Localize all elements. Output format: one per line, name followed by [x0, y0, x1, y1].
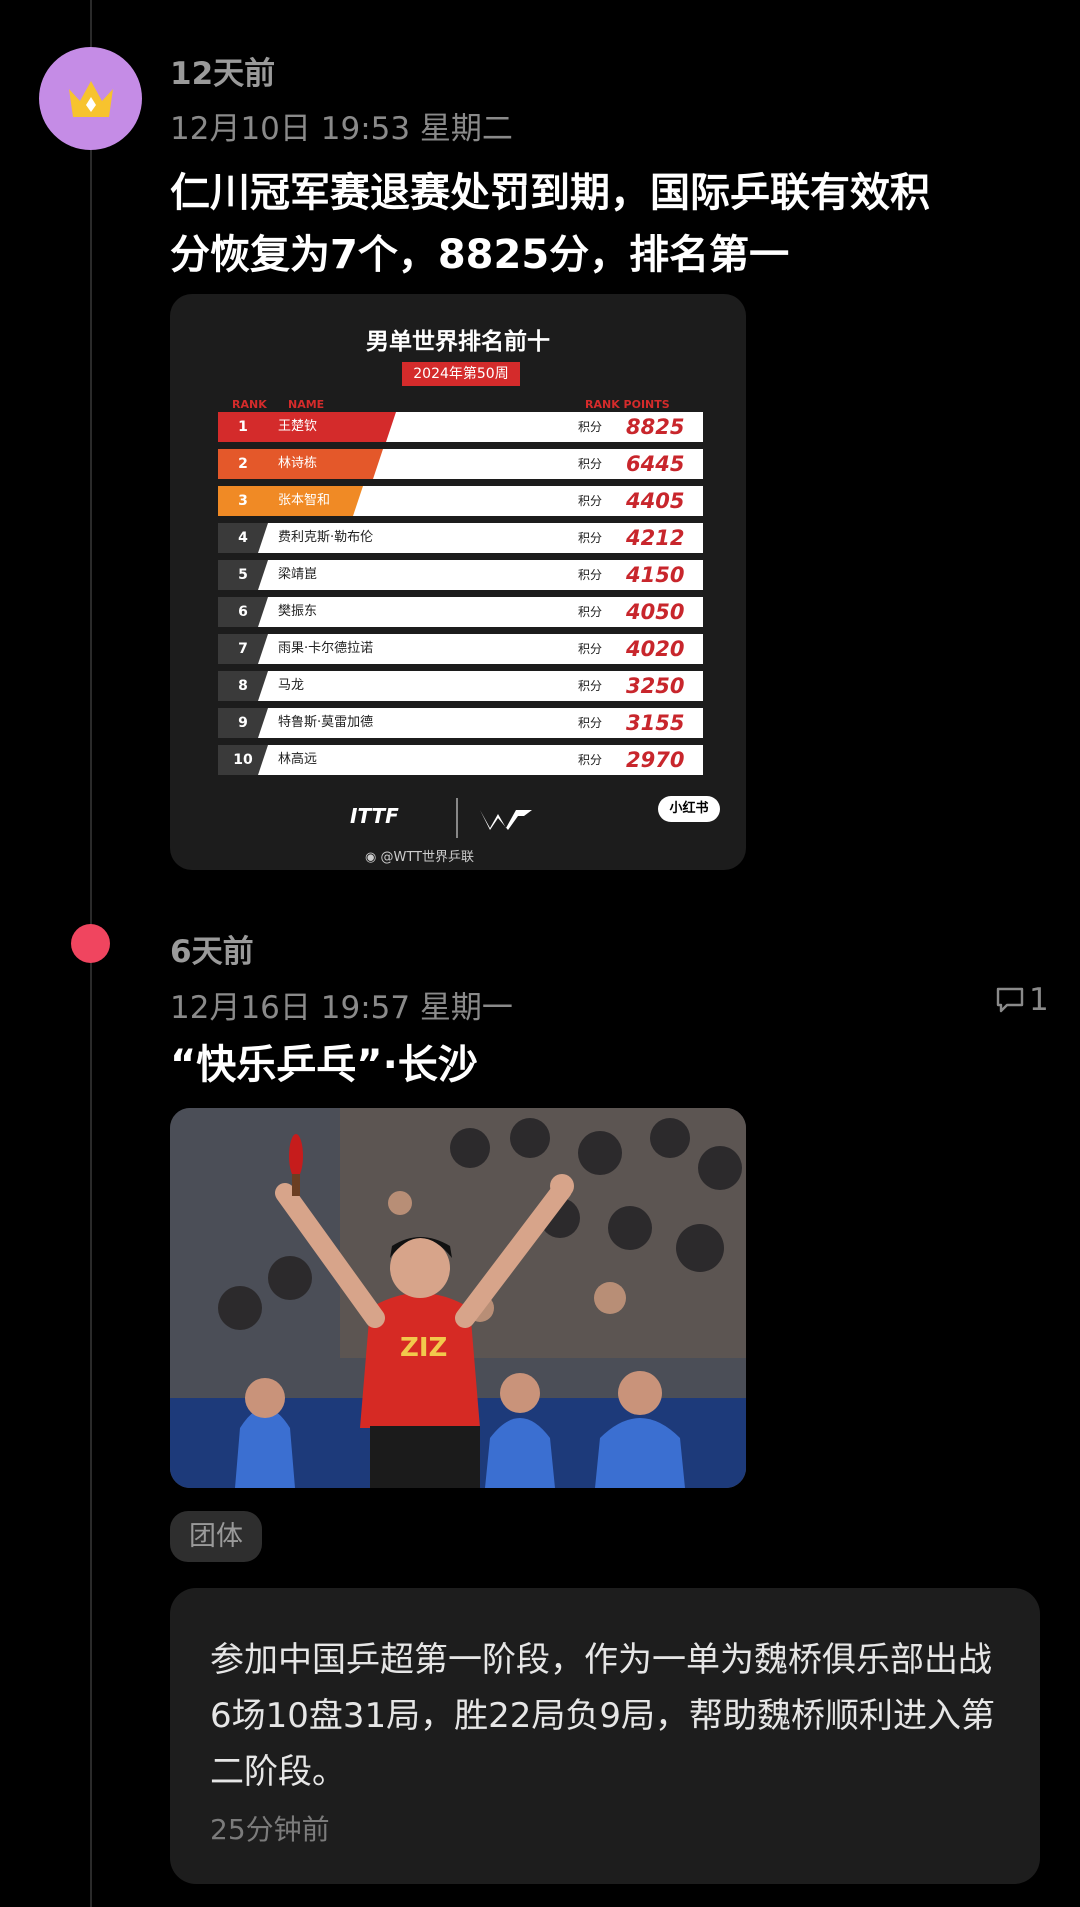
post-title-line: 仁川冠军赛退赛处罚到期，国际乒联有效积 — [170, 170, 930, 216]
rank-number: 7 — [238, 641, 248, 657]
rank-number: 6 — [238, 604, 248, 620]
ranking-row: 3 张本智和 积分 4405 — [218, 486, 703, 516]
ranking-row: 10 林高远 积分 2970 — [218, 745, 703, 775]
ranking-image[interactable]: 男单世界排名前十 2024年第50周 RANK NAME RANK POINTS… — [170, 294, 746, 870]
post-time-ago: 12天前 — [170, 56, 276, 92]
header-points: RANK POINTS — [585, 398, 670, 411]
points-label: 积分 — [578, 531, 603, 545]
points-label: 积分 — [578, 420, 603, 434]
weibo-icon: ◉ — [365, 850, 377, 865]
points-label: 积分 — [578, 457, 603, 471]
rank-number: 2 — [238, 456, 248, 472]
rank-number: 10 — [233, 752, 253, 768]
ranking-row: 7 雨果·卡尔德拉诺 积分 4020 — [218, 634, 703, 664]
player-name: 梁靖崑 — [278, 567, 318, 582]
player-name: 马龙 — [278, 678, 305, 693]
avatar[interactable] — [39, 47, 142, 150]
player-name: 特鲁斯·莫雷加德 — [278, 715, 374, 730]
rank-points: 4150 — [626, 563, 685, 587]
points-label: 积分 — [578, 642, 603, 656]
crown-icon — [68, 80, 113, 117]
comment-count-button[interactable]: 1 — [995, 982, 1049, 1018]
player-name: 王楚钦 — [278, 419, 318, 434]
player-name: 雨果·卡尔德拉诺 — [278, 641, 374, 656]
player-name: 张本智和 — [278, 493, 331, 508]
rank-points: 4212 — [626, 526, 685, 550]
rank-number: 3 — [238, 493, 248, 509]
ranking-row: 8 马龙 积分 3250 — [218, 671, 703, 701]
points-label: 积分 — [578, 679, 603, 693]
ranking-row: 6 樊振东 积分 4050 — [218, 597, 703, 627]
rank-points: 4050 — [626, 600, 685, 624]
timeline-dot — [71, 924, 110, 963]
header-rank: RANK — [232, 398, 267, 411]
watermark: ◉ @WTT世界乒联 — [365, 846, 474, 865]
rank-number: 4 — [238, 530, 248, 546]
ranking-row: 9 特鲁斯·莫雷加德 积分 3155 — [218, 708, 703, 738]
points-label: 积分 — [578, 753, 603, 767]
header-name: NAME — [288, 398, 325, 411]
rank-points: 3155 — [626, 711, 685, 735]
logo-divider — [456, 798, 458, 838]
points-label: 积分 — [578, 568, 603, 582]
post-title: 仁川冠军赛退赛处罚到期，国际乒联有效积 分恢复为7个，8825分，排名第一 — [170, 162, 930, 286]
comment-card[interactable]: 参加中国乒超第一阶段，作为一单为魏桥俱乐部出战6场10盘31局，胜22局负9局，… — [170, 1588, 1040, 1884]
points-label: 积分 — [578, 494, 603, 508]
xiaohongshu-badge: 小红书 — [658, 796, 720, 822]
ranking-row: 5 梁靖崑 积分 4150 — [218, 560, 703, 590]
comment-count: 1 — [1029, 982, 1049, 1018]
post-title: “快乐乒乓”·长沙 — [170, 1042, 478, 1088]
rank-points: 6445 — [626, 452, 685, 476]
player-name: 林诗栋 — [278, 456, 318, 471]
rank-number: 5 — [238, 567, 248, 583]
player-photo[interactable]: ZIZ — [170, 1108, 746, 1488]
ittf-logo: ITTF — [350, 804, 399, 828]
ranking-row: 2 林诗栋 积分 6445 — [218, 449, 703, 479]
player-photo-illustration: ZIZ — [170, 1108, 746, 1488]
player-name: 林高远 — [278, 752, 318, 767]
ranking-week: 2024年第50周 — [402, 362, 520, 386]
comment-icon — [996, 987, 1024, 1013]
watermark-text: @WTT世界乒联 — [380, 850, 474, 865]
rank-points: 2970 — [626, 748, 685, 772]
points-label: 积分 — [578, 605, 603, 619]
post-title-line: 分恢复为7个，8825分，排名第一 — [170, 232, 790, 278]
ranking-row: 1 王楚钦 积分 8825 — [218, 412, 703, 442]
wtt-logo-icon — [480, 810, 532, 830]
ranking-row: 4 费利克斯·勒布伦 积分 4212 — [218, 523, 703, 553]
rank-points: 4020 — [626, 637, 685, 661]
rank-points: 4405 — [626, 489, 685, 513]
svg-text:ZIZ: ZIZ — [400, 1333, 447, 1363]
comment-text: 参加中国乒超第一阶段，作为一单为魏桥俱乐部出战6场10盘31局，胜22局负9局，… — [210, 1640, 996, 1792]
post-time-ago: 6天前 — [170, 934, 254, 970]
rank-number: 8 — [238, 678, 248, 694]
rank-points: 3250 — [626, 674, 685, 698]
player-name: 费利克斯·勒布伦 — [278, 530, 374, 545]
post-date: 12月10日 19:53 星期二 — [170, 111, 513, 147]
points-label: 积分 — [578, 716, 603, 730]
ranking-title: 男单世界排名前十 — [366, 329, 550, 355]
topic-tag[interactable]: 团体 — [170, 1511, 262, 1562]
player-name: 樊振东 — [278, 604, 318, 619]
rank-points: 8825 — [626, 415, 685, 439]
comment-time: 25分钟前 — [210, 1813, 330, 1846]
rank-number: 9 — [238, 715, 248, 731]
post-date: 12月16日 19:57 星期一 — [170, 990, 513, 1026]
rank-number: 1 — [238, 419, 248, 435]
